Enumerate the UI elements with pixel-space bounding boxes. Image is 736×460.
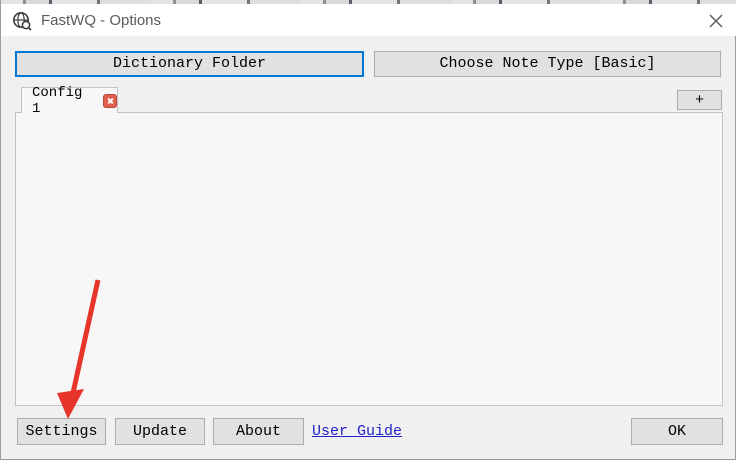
user-guide-link[interactable]: User Guide <box>312 423 402 440</box>
about-button[interactable]: About <box>213 418 304 445</box>
tab-config-1[interactable]: Config 1 <box>21 85 118 117</box>
update-button[interactable]: Update <box>115 418 205 445</box>
window-title: FastWQ - Options <box>41 12 162 29</box>
config-panel <box>15 112 723 406</box>
tab-label: Config 1 <box>32 84 83 117</box>
dictionary-folder-button[interactable]: Dictionary Folder <box>15 51 364 77</box>
tab-close-icon[interactable] <box>103 93 117 108</box>
choose-note-type-button[interactable]: Choose Note Type [Basic] <box>374 51 721 77</box>
add-config-tab-button[interactable]: + <box>677 90 722 110</box>
ok-button[interactable]: OK <box>631 418 723 445</box>
title-bar: FastWQ - Options <box>1 4 736 36</box>
options-dialog: FastWQ - Options Dictionary Folder Choos… <box>0 0 736 460</box>
settings-button[interactable]: Settings <box>17 418 106 445</box>
close-icon[interactable] <box>707 12 725 30</box>
app-globe-search-icon <box>13 12 32 31</box>
